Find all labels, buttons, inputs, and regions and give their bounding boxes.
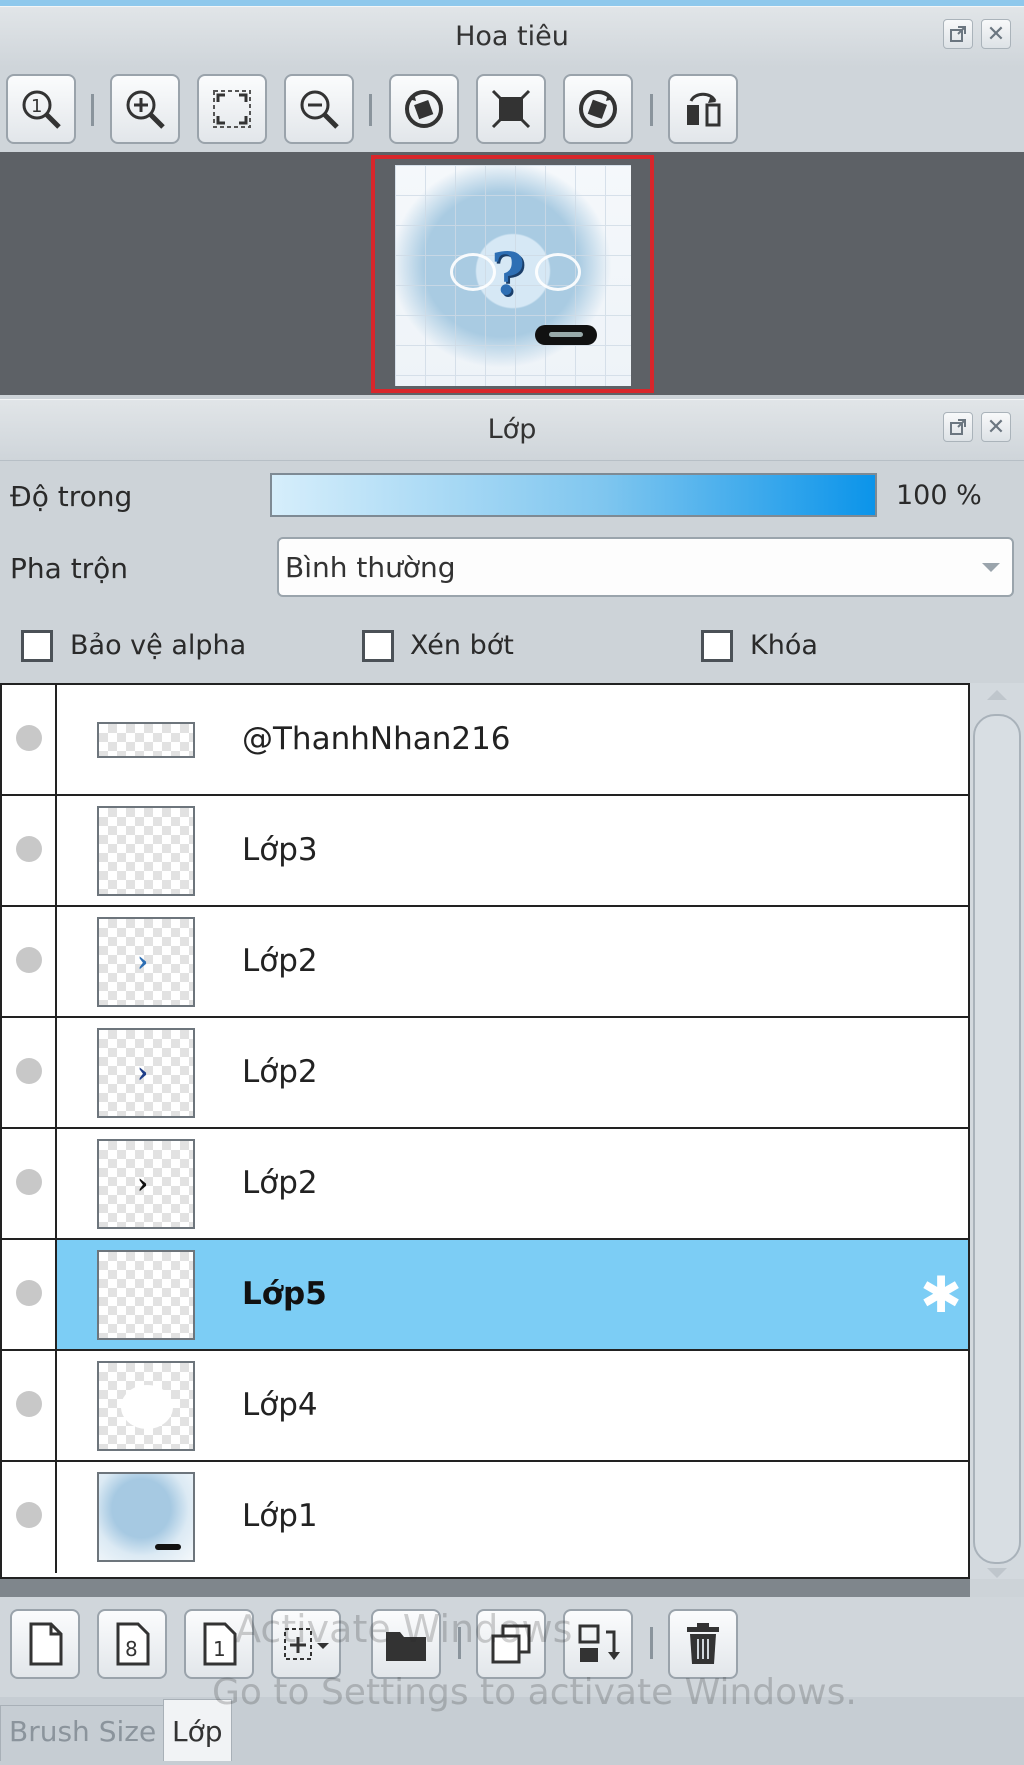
navigator-header: Hoa tiêu ✕ bbox=[0, 6, 1024, 68]
layer-name: Lớp4 bbox=[242, 1387, 318, 1423]
layer-thumbnail bbox=[97, 722, 195, 758]
protect-alpha-label: Bảo vệ alpha bbox=[70, 630, 247, 661]
question-mark-graphic: ? bbox=[491, 240, 525, 308]
visibility-toggle[interactable] bbox=[2, 1018, 57, 1127]
visibility-toggle[interactable] bbox=[2, 1351, 57, 1460]
delete-layer-icon[interactable] bbox=[668, 1609, 738, 1679]
reset-rotation-icon[interactable] bbox=[476, 74, 546, 144]
viewport-frame[interactable]: ? bbox=[371, 155, 654, 393]
toolbar-separator bbox=[369, 94, 372, 126]
name-tag-graphic bbox=[535, 325, 597, 345]
undock-icon[interactable] bbox=[943, 412, 973, 442]
fit-to-window-icon[interactable] bbox=[197, 74, 267, 144]
layer-name: Lớp2 bbox=[242, 1165, 318, 1201]
tab-brush-size[interactable]: Brush Size bbox=[0, 1705, 166, 1761]
svg-text:1: 1 bbox=[213, 1637, 226, 1661]
merge-down-icon[interactable] bbox=[563, 1609, 633, 1679]
visibility-dot-icon bbox=[16, 1391, 42, 1417]
layer-row[interactable]: Lớp4 bbox=[2, 1351, 968, 1462]
layer-thumbnail bbox=[97, 806, 195, 896]
visibility-dot-icon bbox=[16, 1502, 42, 1528]
navigator-preview[interactable]: ? bbox=[0, 152, 1024, 395]
layer-thumbnail: › bbox=[97, 1139, 195, 1229]
new-layer-icon[interactable] bbox=[10, 1609, 80, 1679]
layer-row-selected[interactable]: Lớp5 ✱ bbox=[2, 1240, 968, 1351]
layer-thumbnail bbox=[97, 1472, 195, 1562]
layer-thumbnail: › bbox=[97, 1028, 195, 1118]
layer-row[interactable]: › Lớp2 bbox=[2, 1018, 968, 1129]
close-icon[interactable]: ✕ bbox=[981, 19, 1011, 49]
layer-name: @ThanhNhan216 bbox=[242, 721, 511, 757]
visibility-toggle[interactable] bbox=[2, 907, 57, 1016]
lock-label: Khóa bbox=[750, 630, 818, 661]
visibility-dot-icon bbox=[16, 836, 42, 862]
flip-horizontal-icon[interactable] bbox=[668, 74, 738, 144]
zoom-out-icon[interactable] bbox=[284, 74, 354, 144]
layer-name: Lớp5 bbox=[242, 1276, 327, 1312]
visibility-toggle[interactable] bbox=[2, 1240, 57, 1349]
layer-name: Lớp2 bbox=[242, 1054, 318, 1090]
layer-thumbnail bbox=[97, 1361, 195, 1451]
visibility-toggle[interactable] bbox=[2, 685, 57, 794]
layer-thumbnail: › bbox=[97, 917, 195, 1007]
scroll-up-icon[interactable] bbox=[987, 690, 1007, 700]
scrollbar-thumb[interactable] bbox=[973, 714, 1021, 1564]
clipping-label: Xén bớt bbox=[410, 630, 514, 661]
layer-list: @ThanhNhan216 Lớp3 › Lớp2 › Lớp2 › Lớp2 bbox=[0, 683, 970, 1579]
layer-name: Lớp3 bbox=[242, 832, 318, 868]
opacity-label: Độ trong bbox=[10, 480, 133, 513]
zoom-actual-size-icon[interactable]: 1 bbox=[6, 74, 76, 144]
layer-row[interactable]: › Lớp2 bbox=[2, 1129, 968, 1240]
visibility-dot-icon bbox=[16, 1169, 42, 1195]
opacity-slider[interactable] bbox=[270, 473, 877, 517]
protect-alpha-checkbox[interactable] bbox=[21, 630, 53, 662]
toolbar-separator bbox=[91, 94, 94, 126]
rotate-right-icon[interactable] bbox=[563, 74, 633, 144]
svg-text:1: 1 bbox=[31, 96, 42, 117]
visibility-dot-icon bbox=[16, 1058, 42, 1084]
navigator-title: Hoa tiêu bbox=[455, 21, 569, 52]
layer-row[interactable]: › Lớp2 bbox=[2, 907, 968, 1018]
gear-icon[interactable]: ✱ bbox=[920, 1270, 962, 1320]
svg-text:8: 8 bbox=[125, 1637, 138, 1661]
layer-row[interactable]: @ThanhNhan216 bbox=[2, 685, 968, 796]
layer-name: Lớp1 bbox=[242, 1498, 318, 1534]
blend-mode-value: Bình thường bbox=[285, 551, 456, 584]
canvas-thumbnail: ? bbox=[395, 165, 631, 386]
visibility-dot-icon bbox=[16, 947, 42, 973]
clipping-checkbox[interactable] bbox=[362, 630, 394, 662]
scroll-down-icon[interactable] bbox=[987, 1568, 1007, 1578]
wing-shape bbox=[450, 253, 496, 291]
zoom-in-icon[interactable] bbox=[110, 74, 180, 144]
blend-mode-select[interactable]: Bình thường bbox=[277, 537, 1014, 597]
new-8bit-layer-icon[interactable]: 8 bbox=[97, 1609, 167, 1679]
layers-title: Lớp bbox=[487, 414, 537, 445]
watermark-line1: Activate Windows bbox=[235, 1607, 573, 1651]
close-icon[interactable]: ✕ bbox=[981, 412, 1011, 442]
layers-header: Lớp ✕ bbox=[0, 399, 1024, 461]
layer-thumbnail bbox=[97, 1250, 195, 1340]
toolbar-separator bbox=[650, 94, 653, 126]
opacity-value: 100 % bbox=[896, 480, 982, 511]
layer-name: Lớp2 bbox=[242, 943, 318, 979]
lock-checkbox[interactable] bbox=[701, 630, 733, 662]
visibility-dot-icon bbox=[16, 1280, 42, 1306]
toolbar-separator bbox=[650, 1627, 653, 1659]
visibility-toggle[interactable] bbox=[2, 796, 57, 905]
navigator-toolbar: 1 bbox=[0, 66, 1024, 152]
list-bottom-bar bbox=[0, 1579, 970, 1597]
blend-mode-label: Pha trộn bbox=[10, 552, 129, 585]
undock-icon[interactable] bbox=[943, 19, 973, 49]
visibility-dot-icon bbox=[16, 725, 42, 751]
layer-row[interactable]: Lớp1 bbox=[2, 1462, 968, 1573]
visibility-toggle[interactable] bbox=[2, 1462, 57, 1573]
wing-shape bbox=[535, 253, 581, 291]
chevron-down-icon bbox=[982, 563, 1000, 572]
visibility-toggle[interactable] bbox=[2, 1129, 57, 1238]
rotate-left-icon[interactable] bbox=[389, 74, 459, 144]
watermark-line2: Go to Settings to activate Windows. bbox=[212, 1672, 857, 1713]
layer-row[interactable]: Lớp3 bbox=[2, 796, 968, 907]
